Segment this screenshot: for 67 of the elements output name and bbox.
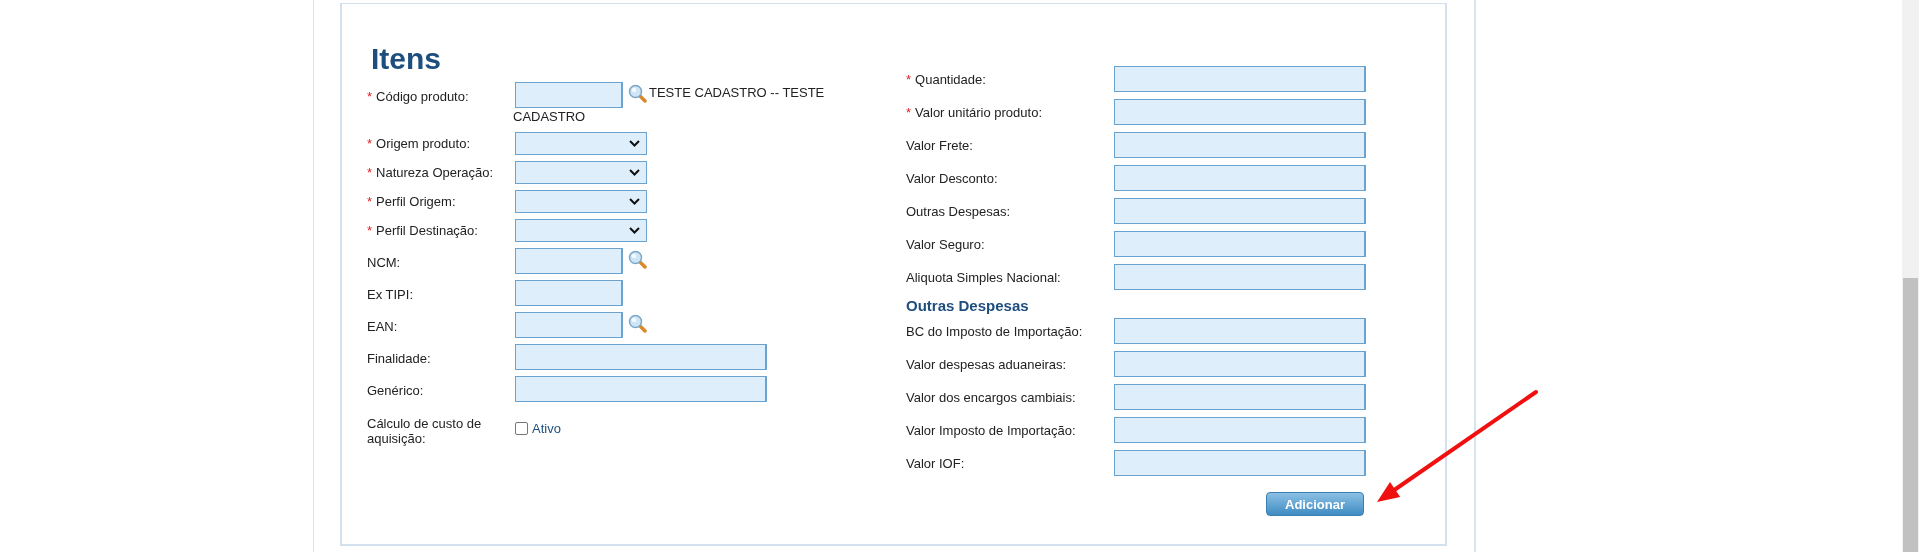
field-label: Origem produto: (376, 136, 470, 151)
text-field[interactable] (1114, 99, 1366, 125)
chevron-down-icon (629, 227, 640, 234)
text-field[interactable] (1114, 198, 1366, 224)
text-field[interactable] (1114, 132, 1366, 158)
field-label: Perfil Destinação: (376, 223, 478, 238)
text-field[interactable] (1114, 351, 1366, 377)
checkbox[interactable] (515, 422, 528, 435)
text-field[interactable] (515, 280, 623, 306)
search-icon[interactable] (628, 84, 647, 103)
required-asterisk: * (367, 194, 373, 209)
text-field[interactable] (515, 344, 767, 370)
text-field[interactable] (1114, 417, 1366, 443)
chevron-down-icon (629, 198, 640, 205)
required-asterisk: * (906, 104, 912, 120)
text-field[interactable] (1114, 231, 1366, 257)
field-label: Valor IOF: (906, 455, 965, 471)
text-field[interactable] (515, 376, 767, 402)
field-label: BC do Imposto de Importação: (906, 323, 1083, 339)
text-field[interactable] (515, 248, 623, 274)
field-label: Código produto: (376, 89, 469, 104)
field-label: Quantidade: (915, 71, 986, 87)
search-icon[interactable] (628, 250, 647, 269)
field-label: Valor Imposto de Importação: (906, 422, 1076, 438)
text-field[interactable] (1114, 165, 1366, 191)
section-heading: Outras Despesas (906, 297, 1030, 314)
chevron-down-icon (629, 140, 640, 147)
required-asterisk: * (367, 89, 373, 104)
field-label: Valor despesas aduaneiras: (906, 356, 1067, 372)
chevron-down-icon (629, 169, 640, 176)
add-button[interactable]: Adicionar (1266, 492, 1364, 516)
field-label: Natureza Operação: (376, 165, 494, 180)
field-label: EAN: (367, 319, 398, 334)
required-asterisk: * (367, 223, 373, 238)
scrollbar-thumb[interactable] (1903, 278, 1918, 552)
checkbox-label: Ativo (532, 421, 561, 436)
field-label: Finalidade: (367, 351, 431, 366)
field-label: Outras Despesas: (906, 203, 1011, 219)
search-icon[interactable] (628, 314, 647, 333)
field-label: Valor Seguro: (906, 236, 985, 252)
field-label: Valor Desconto: (906, 170, 998, 186)
text-field[interactable] (515, 82, 623, 108)
select-field[interactable] (515, 190, 647, 213)
field-label: Valor dos encargos cambiais: (906, 389, 1076, 405)
text-field[interactable] (1114, 318, 1366, 344)
field-label: Cálculo de custo de aquisição: (367, 416, 482, 446)
required-asterisk: * (367, 136, 373, 151)
text-field[interactable] (1114, 450, 1366, 476)
field-label: Ex TIPI: (367, 287, 413, 302)
field-label: NCM: (367, 255, 401, 270)
field-label: Aliquota Simples Nacional: (906, 269, 1061, 285)
text-field[interactable] (1114, 384, 1366, 410)
select-field[interactable] (515, 132, 647, 155)
required-asterisk: * (906, 71, 912, 87)
select-field[interactable] (515, 219, 647, 242)
select-field[interactable] (515, 161, 647, 184)
field-label: Genérico: (367, 383, 424, 398)
field-label: Valor Frete: (906, 137, 973, 153)
section-title: Itens (371, 42, 443, 76)
text-field[interactable] (1114, 66, 1366, 92)
product-lookup-text: CADASTRO (513, 108, 587, 126)
field-label: Perfil Origem: (376, 194, 456, 209)
product-lookup-text: TESTE CADASTRO -- TESTE (649, 84, 825, 102)
required-asterisk: * (367, 165, 373, 180)
field-label: Valor unitário produto: (915, 104, 1042, 120)
text-field[interactable] (515, 312, 623, 338)
text-field[interactable] (1114, 264, 1366, 290)
